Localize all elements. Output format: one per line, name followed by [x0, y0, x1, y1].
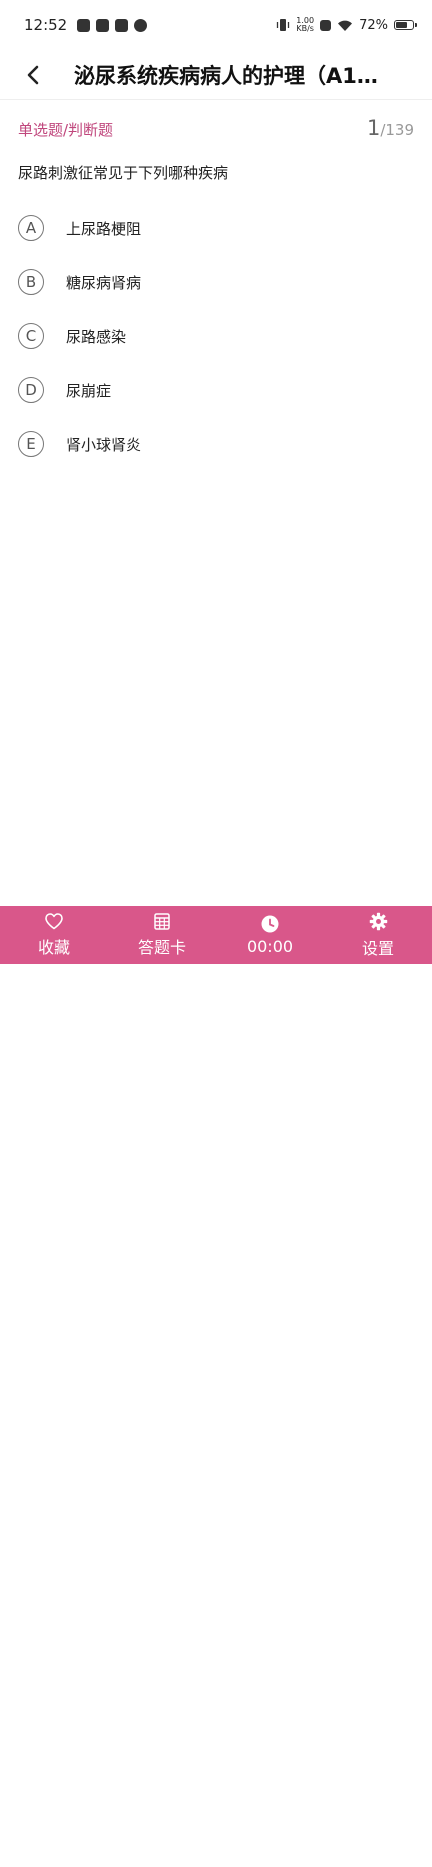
- tab-settings[interactable]: 设置: [324, 906, 432, 964]
- tab-label: 收藏: [37, 937, 70, 957]
- option-letter-circle: C: [18, 323, 44, 349]
- wifi-icon: [338, 20, 353, 31]
- option-letter-circle: D: [18, 377, 44, 403]
- option-a[interactable]: A 上尿路梗阻: [18, 201, 414, 255]
- option-d[interactable]: D 尿崩症: [18, 363, 414, 417]
- option-text: 肾小球肾炎: [66, 435, 142, 454]
- option-c[interactable]: C 尿路感染: [18, 309, 414, 363]
- clock-icon: [261, 915, 279, 932]
- status-left: 12:52: [24, 16, 148, 34]
- question-counter: 1/139: [367, 116, 414, 140]
- battery-fill: [396, 22, 407, 28]
- net-speed: 1.00 KB/s: [296, 17, 314, 33]
- tab-label: 答题卡: [137, 937, 186, 957]
- option-b[interactable]: B 糖尿病肾病: [18, 255, 414, 309]
- no-sim-icon: [320, 19, 332, 31]
- question-stem: 尿路刺激征常见于下列哪种疾病: [18, 164, 229, 182]
- option-letter-circle: E: [18, 431, 44, 457]
- tab-timer[interactable]: 00:00: [216, 906, 324, 964]
- option-e[interactable]: E 肾小球肾炎: [18, 417, 414, 471]
- option-letter-circle: B: [18, 269, 44, 295]
- option-list: A 上尿路梗阻 B 糖尿病肾病 C 尿路感染 D 尿崩症 E 肾小球肾炎: [18, 201, 414, 471]
- question-header: 单选题/判断题 1/139: [18, 116, 414, 140]
- option-text: 尿路感染: [66, 327, 127, 346]
- mail-notification-icon: [77, 18, 91, 32]
- heart-icon: [45, 912, 63, 929]
- tab-answer-card[interactable]: 答题卡: [108, 906, 216, 964]
- battery-percent: 72%: [359, 17, 388, 33]
- nav-bar: 泌尿系统疾病病人的护理（A1型…: [0, 50, 432, 100]
- vibrate-icon: [277, 19, 290, 31]
- question-current-number: 1: [366, 116, 381, 140]
- option-text: 糖尿病肾病: [66, 273, 142, 292]
- option-letter-circle: A: [18, 215, 44, 241]
- net-speed-unit: KB/s: [296, 24, 314, 33]
- option-text: 尿崩症: [66, 381, 112, 400]
- question-total: /139: [380, 121, 414, 139]
- battery-icon: [394, 20, 417, 30]
- question-type-label: 单选题/判断题: [18, 121, 114, 139]
- back-button[interactable]: [0, 50, 66, 100]
- link-notification-icon: [134, 18, 148, 32]
- tab-label: 00:00: [246, 936, 294, 956]
- status-time: 12:52: [24, 16, 68, 34]
- status-right: 1.00 KB/s 72%: [276, 17, 417, 33]
- chevron-left-icon: [27, 65, 39, 84]
- grid-card-icon: [154, 912, 170, 930]
- tab-label: 设置: [361, 938, 394, 958]
- tab-favorite[interactable]: 收藏: [0, 906, 108, 964]
- bottom-tab-bar: 收藏 答题卡 00:00 设置: [0, 906, 432, 1867]
- message-notification-icon: [115, 18, 129, 32]
- status-bar: 12:52 1.00 KB/s 72%: [0, 0, 432, 50]
- gear-icon: [369, 912, 387, 930]
- app-notification-icon: [96, 18, 110, 32]
- option-text: 上尿路梗阻: [66, 219, 142, 238]
- page-title: 泌尿系统疾病病人的护理（A1型…: [74, 63, 396, 88]
